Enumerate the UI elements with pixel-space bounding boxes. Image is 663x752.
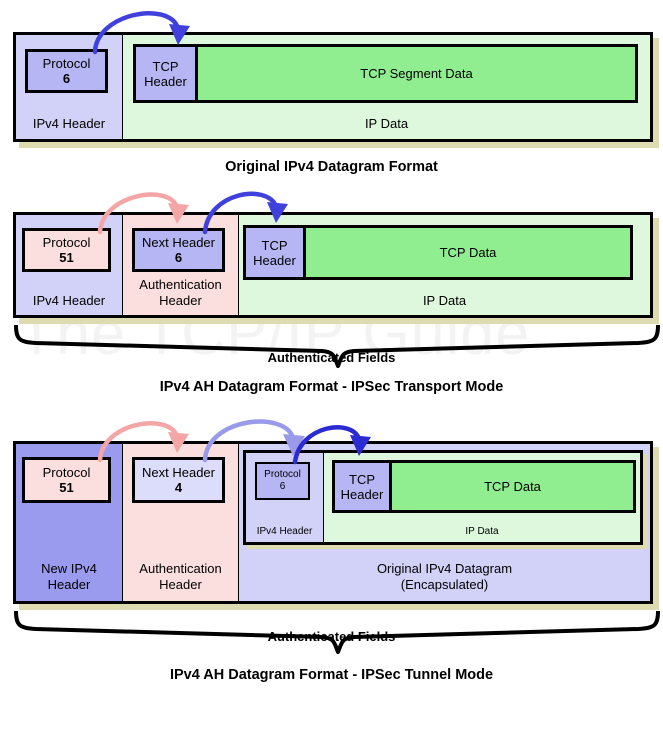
d2-tcp-header-line1: TCP (261, 237, 288, 253)
d2-tcp-header-cell: TCP Header (246, 228, 306, 277)
d1-protocol-value: 6 (62, 71, 71, 86)
d2-next-header-field: Next Header 6 (132, 228, 225, 272)
d2-authenticated-fields-label: Authenticated Fields (267, 350, 396, 365)
d2-auth-header-label-line2: Header (159, 293, 202, 308)
d3-inner-tcp-data-label: TCP Data (484, 479, 541, 494)
d1-ip-data-label: IP Data (364, 116, 409, 131)
d1-caption: Original IPv4 Datagram Format (225, 159, 438, 175)
d3-inner-protocol-value: 6 (279, 481, 286, 492)
d3-auth-header-label-line1: Authentication (139, 561, 222, 576)
d2-tcp-data-cell: TCP Data (306, 228, 630, 277)
d3-inner-protocol-field: Protocol 6 (255, 462, 310, 500)
d2-tcp-header-line2: Header (253, 252, 296, 268)
d3-authenticated-fields-label: Authenticated Fields (267, 629, 396, 644)
d3-protocol-name: Protocol (42, 465, 91, 480)
d3-auth-header-label-line2: Header (159, 577, 202, 592)
d1-tcp-data-cell: TCP Segment Data (198, 47, 635, 100)
d3-protocol-value: 51 (59, 480, 74, 495)
d3-next-header-value: 4 (174, 480, 183, 495)
d3-inner-protocol-name: Protocol (264, 469, 301, 480)
d3-next-header-name: Next Header (142, 465, 215, 480)
d3-inner-tcp-header-cell: TCP Header (335, 463, 392, 510)
d1-tcp-header-line1: TCP (152, 58, 179, 74)
d2-protocol-value: 51 (59, 250, 74, 265)
d3-original-datagram-label-line2: (Encapsulated) (400, 577, 489, 592)
d2-auth-header-label-line1: Authentication (139, 277, 222, 292)
d3-inner-tcp-header-line1: TCP (349, 471, 375, 487)
d1-tcp-header-cell: TCP Header (136, 47, 198, 100)
d2-ip-data-label: IP Data (422, 293, 467, 308)
d3-protocol-field: Protocol 51 (22, 457, 111, 503)
d1-protocol-name: Protocol (42, 56, 91, 71)
d3-inner-ipv4-header-label: IPv4 Header (256, 526, 313, 537)
d3-caption: IPv4 AH Datagram Format - IPSec Tunnel M… (169, 667, 494, 683)
d3-inner-tcp-header-line2: Header (340, 486, 384, 502)
d1-ipv4-header-label: IPv4 Header (32, 116, 106, 131)
d3-new-ipv4-header-label-line2: Header (47, 577, 91, 592)
d3-original-datagram-label-line1: Original IPv4 Datagram (376, 561, 513, 576)
d2-next-header-value: 6 (174, 250, 183, 265)
d1-tcp-segment-outline: TCP Header TCP Segment Data (133, 44, 638, 103)
d2-protocol-name: Protocol (42, 235, 91, 250)
d1-protocol-field: Protocol 6 (25, 49, 108, 93)
d1-tcp-data-label: TCP Segment Data (360, 66, 473, 81)
d3-new-ipv4-header-label-line1: New IPv4 (41, 561, 97, 576)
d3-inner-ip-data-label: IP Data (465, 526, 499, 537)
d3-inner-tcp-data-cell: TCP Data (392, 463, 633, 510)
d2-next-header-name: Next Header (142, 235, 215, 250)
d3-inner-tcp-segment-outline: TCP Header TCP Data (332, 460, 636, 513)
d2-caption: IPv4 AH Datagram Format - IPSec Transpor… (159, 379, 504, 395)
d1-tcp-header-line2: Header (144, 73, 187, 89)
d3-next-header-field: Next Header 4 (132, 457, 225, 503)
d2-protocol-field: Protocol 51 (22, 228, 111, 272)
d2-ipv4-header-label: IPv4 Header (32, 293, 106, 308)
d2-tcp-segment-outline: TCP Header TCP Data (243, 225, 633, 280)
d2-tcp-data-label: TCP Data (439, 245, 497, 260)
